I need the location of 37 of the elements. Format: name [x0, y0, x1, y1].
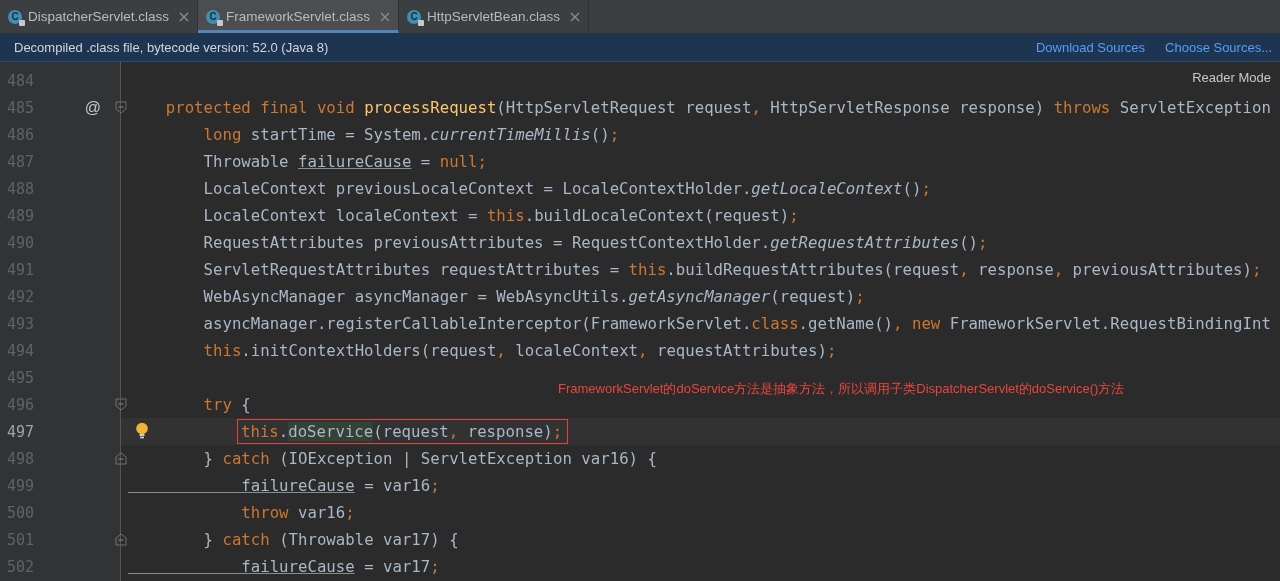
- link[interactable]: Download Sources: [1035, 40, 1146, 55]
- code-line: LocaleContext localeContext = this.buildLocaleContext(request);: [202, 206, 799, 225]
- close-icon[interactable]: [569, 11, 580, 22]
- code-line: LocaleContext previousLocaleContext = LocaleContextHolder.getLocaleContext();: [202, 179, 931, 198]
- code-line: failureCause = var16;: [240, 476, 440, 495]
- code-line: try {: [202, 395, 251, 414]
- reader-mode-button[interactable]: Reader Mode: [1192, 70, 1271, 85]
- fold-icon[interactable]: [115, 398, 127, 411]
- override-marker[interactable]: @: [84, 98, 101, 117]
- class-file-icon: C: [8, 9, 22, 24]
- file-tab[interactable]: C FrameworkServlet.class: [198, 0, 400, 33]
- line-number: 497: [6, 422, 36, 441]
- code-line: failureCause = var17;: [240, 557, 440, 576]
- code-line: protected final void processRequest(HttpServletRequest request, HttpServletResponse response) throws ServletException: [164, 98, 1271, 117]
- info-text: Decompiled .class file, bytecode version: 52.0 (Java 8): [14, 40, 329, 55]
- class-file-icon: C: [206, 9, 221, 24]
- code-line: WebAsyncManager asyncManager = WebAsyncUtils.getAsyncManager(request);: [202, 287, 865, 306]
- file-tab[interactable]: C HttpServletBean.class: [399, 0, 589, 33]
- code-line: asyncManager.registerCallableInterceptor(FrameworkServlet.class.getName(), new FrameworkServlet.RequestBindingInt: [202, 314, 1271, 333]
- code-line: ServletRequestAttributes requestAttributes = this.buildRequestAttributes(request, response, previousAttributes);: [202, 260, 1262, 279]
- code-line: Throwable failureCause = null;: [202, 152, 487, 171]
- close-icon[interactable]: [179, 11, 190, 22]
- code-line: RequestAttributes previousAttributes = RequestContextHolder.getRequestAttributes();: [202, 233, 988, 252]
- code-line: this.doService(request, response);: [241, 422, 563, 441]
- code-line: } catch (Throwable var17) {: [202, 530, 459, 549]
- annotation-text: FrameworkServlet的doService方法是抽象方法，所以调用子类DispatcherServlet的doService()方法: [558, 380, 1125, 398]
- fold-icon[interactable]: [115, 533, 127, 546]
- code-line: this.initContextHolders(request, localeContext, requestAttributes);: [202, 341, 837, 360]
- lightbulb-icon[interactable]: [135, 422, 149, 439]
- link[interactable]: Choose Sources...: [1165, 40, 1272, 55]
- close-icon[interactable]: [380, 11, 391, 22]
- code-line: throw var16;: [240, 503, 355, 522]
- class-file-icon: C: [407, 9, 422, 24]
- fold-icon[interactable]: [115, 101, 127, 114]
- code-line: } catch (IOException | ServletException var16) {: [202, 449, 657, 468]
- fold-icon[interactable]: [115, 452, 127, 465]
- code-line: long startTime = System.currentTimeMillis();: [202, 125, 620, 144]
